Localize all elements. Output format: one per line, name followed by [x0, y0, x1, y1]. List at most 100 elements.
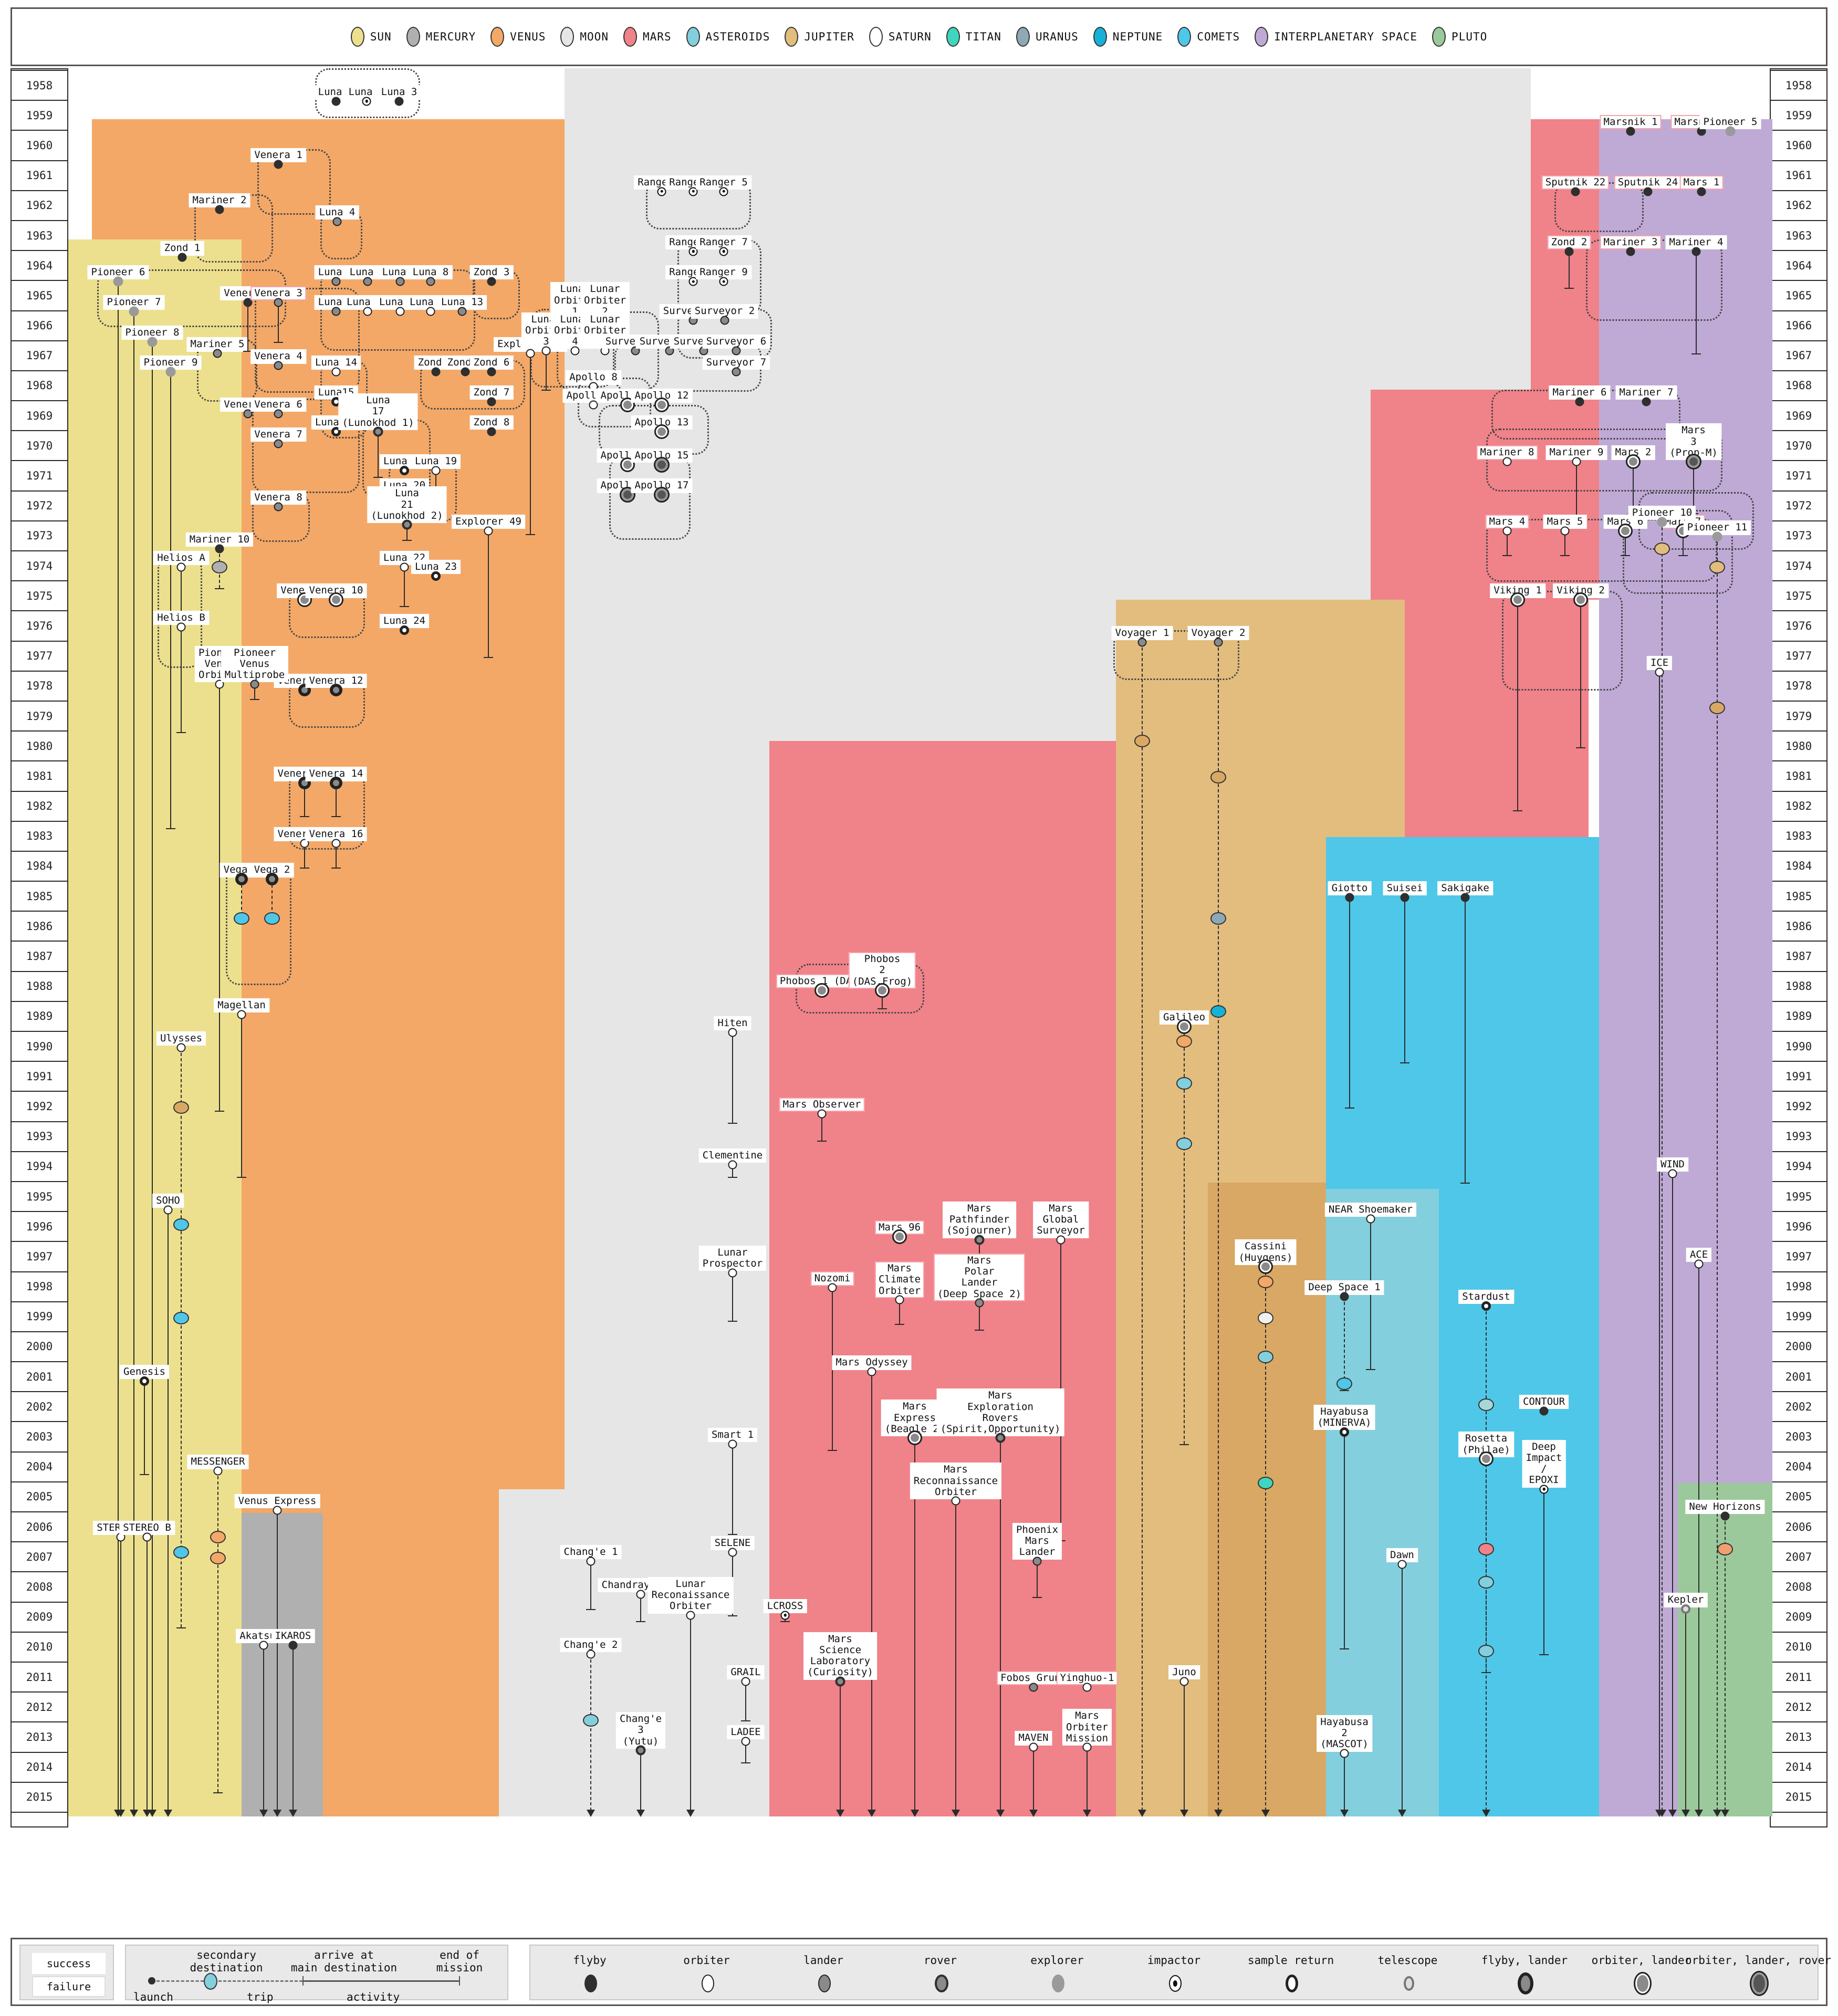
- year-cell-1975: 1975: [11, 581, 68, 612]
- year-cell-1996: 1996: [1770, 1212, 1827, 1242]
- destination-legend: SUN MERCURY VENUS MOON MARS ASTEROIDS JUPITER S…: [11, 7, 1827, 66]
- mission-label: Yinghuo-1: [1056, 1671, 1118, 1686]
- status-legend: success failure: [19, 1945, 114, 2000]
- mission-label: Luna 3: [377, 85, 421, 100]
- year-cell-2009: 2009: [11, 1602, 68, 1633]
- legend-item-venus: VENUS: [490, 27, 546, 47]
- year-cell-1968: 1968: [1770, 371, 1827, 402]
- mission-label: Lunar Prospector: [698, 1245, 767, 1271]
- mission-label: Pioneer 7: [103, 295, 165, 310]
- destination-band-sun: [68, 239, 242, 1817]
- planet-swatch-icon: [623, 27, 637, 47]
- year-cell-1997: 1997: [11, 1242, 68, 1272]
- year-cell-tail: [11, 1812, 68, 1827]
- legend-item-interplanetary-space: INTERPLANETARY SPACE: [1255, 27, 1417, 47]
- mission-label: Mars Pathfinder (Sojourner): [943, 1201, 1016, 1238]
- mission-label: Mars 1: [1679, 175, 1724, 190]
- legend-launch-dot: [148, 1977, 155, 1984]
- legend-item-uranus: URANUS: [1016, 27, 1079, 47]
- legend-fl-icon: [1518, 1972, 1533, 1994]
- year-cell-1958: 1958: [11, 71, 68, 101]
- year-cell-1982: 1982: [1770, 791, 1827, 822]
- mission-label: Mariner 3: [1600, 235, 1662, 250]
- planet-swatch-icon: [686, 27, 700, 47]
- year-cell-1998: 1998: [1770, 1272, 1827, 1302]
- legend-label: PLUTO: [1451, 30, 1488, 43]
- legend-activity-label: activity: [347, 1991, 400, 2003]
- mission-label: Mars 4: [1485, 514, 1529, 529]
- mission-label: Apollo 17: [631, 478, 693, 493]
- year-cell-1994: 1994: [11, 1152, 68, 1182]
- mission-label: Explorer 49: [452, 514, 525, 529]
- mission-label: Venera 16: [305, 827, 367, 842]
- mission-label: Giotto: [1328, 881, 1372, 895]
- planet-swatch-icon: [1432, 27, 1446, 47]
- year-cell-2008: 2008: [1770, 1572, 1827, 1603]
- year-cell-1986: 1986: [1770, 912, 1827, 942]
- mission-label: GRAIL: [727, 1665, 765, 1679]
- year-cell-2003: 2003: [11, 1422, 68, 1453]
- legend-olr-icon: [1750, 1971, 1769, 1996]
- year-cell-1964: 1964: [11, 251, 68, 281]
- mission-label: Luna 8: [409, 265, 453, 280]
- year-cell-1960: 1960: [1770, 131, 1827, 161]
- year-cell-2013: 2013: [11, 1722, 68, 1753]
- mission-label: Pioneer 6: [87, 265, 149, 280]
- planet-swatch-icon: [1177, 27, 1192, 47]
- mission-label: Viking 1: [1490, 583, 1545, 598]
- year-cell-2005: 2005: [11, 1482, 68, 1512]
- legend-label: NEPTUNE: [1112, 30, 1163, 43]
- mission-label: Lunar Reconaissance Orbiter: [648, 1576, 734, 1614]
- year-cell-1963: 1963: [11, 221, 68, 252]
- year-cell-1971: 1971: [11, 461, 68, 492]
- year-cell-1985: 1985: [1770, 882, 1827, 912]
- mission-label: WIND: [1657, 1157, 1688, 1172]
- year-cell-1981: 1981: [1770, 761, 1827, 792]
- legend-flyby-icon: [584, 1975, 597, 1992]
- mission-label: Venera 3: [250, 286, 306, 301]
- mission-label: Suisei: [1383, 881, 1427, 895]
- mission-label: Mariner 10: [185, 532, 254, 547]
- mission-label: Zond 7: [469, 385, 514, 400]
- year-cell-1962: 1962: [1770, 191, 1827, 221]
- mission-label: Mars Science Laboratory (Curiosity): [803, 1632, 877, 1680]
- year-cell-1983: 1983: [1770, 821, 1827, 852]
- legend-label: COMETS: [1197, 30, 1240, 43]
- mission-label: Deep Space 1: [1304, 1280, 1384, 1295]
- mission-label: Venera 14: [305, 767, 367, 781]
- year-cell-2000: 2000: [1770, 1332, 1827, 1363]
- mission-label: Dawn: [1386, 1548, 1418, 1562]
- year-cell-1963: 1963: [1770, 221, 1827, 252]
- year-cell-2015: 2015: [11, 1782, 68, 1813]
- mission-label: Mariner 5: [186, 337, 248, 352]
- year-cell-1966: 1966: [1770, 311, 1827, 341]
- mission-label: Rosetta (Philae): [1458, 1432, 1514, 1457]
- year-cell-1997: 1997: [1770, 1242, 1827, 1272]
- mission-label: Surveyor 7: [702, 355, 770, 370]
- mission-label: Deep Impact / EPOXI: [1522, 1439, 1566, 1488]
- mission-label: Luna 17 (Lunokhod 1): [338, 393, 418, 430]
- mission-label: Zond 2: [1547, 235, 1591, 250]
- legend-activity-line: [302, 1980, 460, 1982]
- mission-label: Hayabusa 2 (MASCOT): [1317, 1715, 1372, 1752]
- planet-swatch-icon: [1093, 27, 1107, 47]
- year-cell-1961: 1961: [1770, 161, 1827, 191]
- year-cell-2015: 2015: [1770, 1782, 1827, 1813]
- legend-type-label: orbiter, lander, rover: [1685, 1954, 1832, 1967]
- mission-label: Luna 23: [411, 559, 461, 574]
- year-cell-2006: 2006: [1770, 1512, 1827, 1543]
- mission-label: Mariner 4: [1665, 235, 1727, 250]
- year-cell-1988: 1988: [11, 972, 68, 1002]
- year-cell-1975: 1975: [1770, 581, 1827, 612]
- year-cell-1999: 1999: [1770, 1302, 1827, 1332]
- year-cell-1986: 1986: [11, 912, 68, 942]
- year-cell-1974: 1974: [1770, 551, 1827, 582]
- mission-label: Pioneer 11: [1683, 520, 1751, 535]
- timeline-plot: Pioneer 6 Pioneer 7 Pioneer 8 Pioneer 9 Heli…: [68, 68, 1772, 1873]
- year-cell-1993: 1993: [11, 1122, 68, 1152]
- legend-item-mars: MARS: [623, 27, 672, 47]
- mission-label: MESSENGER: [187, 1455, 249, 1469]
- mission-label: Pioneer 9: [140, 355, 202, 370]
- mission-label: Surveyor 6: [702, 334, 770, 349]
- legend-label: MERCURY: [425, 30, 476, 43]
